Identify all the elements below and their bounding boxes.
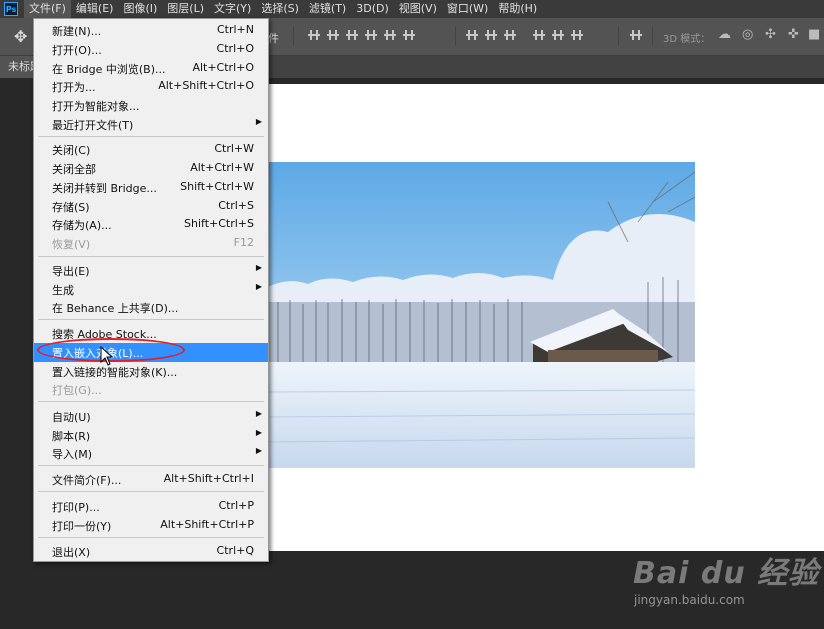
distribute-hcenter-icon[interactable] (552, 28, 564, 42)
orbit-3d-icon[interactable]: ☁ (718, 27, 731, 42)
submenu-arrow-icon: ▶ (255, 282, 262, 291)
submenu-arrow-icon: ▶ (255, 263, 262, 272)
menu-item-file-info[interactable]: 文件简介(F)... Alt+Shift+Ctrl+I (34, 470, 268, 489)
mouse-cursor-icon (100, 346, 114, 366)
menubar: Ps 文件(F) 编辑(E) 图像(I) 图层(L) 文字(Y) 选择(S) 滤… (0, 0, 824, 18)
align-right-edges-icon[interactable] (403, 28, 415, 42)
roll-3d-icon[interactable]: ◎ (742, 27, 753, 42)
menu-separator (38, 491, 264, 492)
menu-item-export[interactable]: 导出(E) ▶ (34, 261, 268, 280)
align-bottom-edges-icon[interactable] (346, 28, 358, 42)
menu-item-save-as[interactable]: 存储为(A)... Shift+Ctrl+S (34, 215, 268, 234)
distribute-top-icon[interactable] (466, 28, 478, 42)
move-tool-icon[interactable]: ✥ (14, 28, 32, 46)
menu-file[interactable]: 文件(F) (24, 0, 71, 18)
menu-layer[interactable]: 图层(L) (162, 0, 209, 18)
align-buttons (308, 28, 415, 42)
submenu-arrow-icon: ▶ (255, 409, 262, 418)
menu-item-new[interactable]: 新建(N)... Ctrl+N (34, 21, 268, 40)
menu-item-close-all[interactable]: 关闭全部 Alt+Ctrl+W (34, 159, 268, 178)
menu-filter[interactable]: 滤镜(T) (304, 0, 351, 18)
menu-item-revert: 恢复(V) F12 (52, 236, 254, 251)
menu-separator (38, 256, 264, 257)
menu-item-open[interactable]: 打开(O)... Ctrl+O (34, 40, 268, 59)
winter-landscape-photo (268, 162, 695, 468)
options-partial-label: 件 (268, 32, 279, 45)
pan-3d-icon[interactable]: ✣ (765, 27, 776, 42)
file-menu-dropdown: 新建(N)... Ctrl+N 打开(O)... Ctrl+O 在 Bridge 中… (33, 18, 269, 562)
menu-item-generate[interactable]: 生成 ▶ (34, 280, 268, 299)
menu-item-open-as[interactable]: 打开为... Alt+Shift+Ctrl+O (34, 77, 268, 96)
photoshop-logo-icon[interactable]: Ps (4, 2, 18, 16)
separator (293, 26, 294, 46)
slide-3d-icon[interactable]: ✜ (788, 27, 799, 42)
menu-item-scripts[interactable]: 脚本(R) ▶ (34, 426, 268, 445)
baidu-watermark: Bai du 经验 (633, 556, 820, 591)
menu-separator (38, 319, 264, 320)
menu-image[interactable]: 图像(I) (118, 0, 162, 18)
menu-item-package: 打包(G)... (52, 384, 102, 397)
distribute-left-icon[interactable] (533, 28, 545, 42)
menu-separator (38, 465, 264, 466)
menu-separator (38, 537, 264, 538)
auto-align-icon[interactable] (630, 28, 642, 42)
menu-item-browse-bridge[interactable]: 在 Bridge 中浏览(B)... Alt+Ctrl+O (34, 59, 268, 78)
menu-item-close-go-bridge[interactable]: 关闭并转到 Bridge... Shift+Ctrl+W (34, 178, 268, 197)
menu-3d[interactable]: 3D(D) (351, 0, 394, 18)
distribute-vcenter-icon[interactable] (485, 28, 497, 42)
baidu-watermark-url: jingyan.baidu.com (634, 593, 745, 607)
distribute-buttons (466, 28, 583, 42)
mode-3d-label: 3D 模式： (663, 34, 711, 45)
separator (455, 26, 456, 46)
menu-help[interactable]: 帮助(H) (493, 0, 542, 18)
menu-item-recent-files[interactable]: 最近打开文件(T) ▶ (34, 115, 268, 134)
align-left-edges-icon[interactable] (365, 28, 377, 42)
menu-item-automate[interactable]: 自动(U) ▶ (34, 407, 268, 426)
align-horizontal-centers-icon[interactable] (384, 28, 396, 42)
menu-item-close[interactable]: 关闭(C) Ctrl+W (34, 140, 268, 159)
menu-item-save[interactable]: 存储(S) Ctrl+S (34, 197, 268, 216)
menu-item-share-behance[interactable]: 在 Behance 上共享(D)... (34, 298, 268, 317)
menu-type[interactable]: 文字(Y) (209, 0, 256, 18)
menu-item-exit[interactable]: 退出(X) Ctrl+Q (34, 542, 268, 561)
align-top-edges-icon[interactable] (308, 28, 320, 42)
separator (652, 26, 653, 46)
distribute-bottom-icon[interactable] (504, 28, 516, 42)
menu-item-import[interactable]: 导入(M) ▶ (34, 444, 268, 463)
submenu-arrow-icon: ▶ (255, 117, 262, 126)
align-vertical-centers-icon[interactable] (327, 28, 339, 42)
menu-item-place-linked[interactable]: 置入链接的智能对象(K)... (34, 362, 268, 381)
submenu-arrow-icon: ▶ (255, 428, 262, 437)
submenu-arrow-icon: ▶ (255, 446, 262, 455)
menu-window[interactable]: 窗口(W) (442, 0, 493, 18)
menu-select[interactable]: 选择(S) (256, 0, 304, 18)
menu-separator (38, 401, 264, 402)
scale-3d-icon[interactable]: ■ (808, 27, 820, 42)
distribute-right-icon[interactable] (571, 28, 583, 42)
separator (618, 26, 619, 46)
menu-separator (38, 136, 264, 137)
menu-view[interactable]: 视图(V) (394, 0, 442, 18)
menu-item-print-one-copy[interactable]: 打印一份(Y) Alt+Shift+Ctrl+P (34, 516, 268, 535)
menu-item-print[interactable]: 打印(P)... Ctrl+P (34, 497, 268, 516)
menu-edit[interactable]: 编辑(E) (71, 0, 119, 18)
menu-item-open-smart-object[interactable]: 打开为智能对象... (34, 96, 268, 115)
